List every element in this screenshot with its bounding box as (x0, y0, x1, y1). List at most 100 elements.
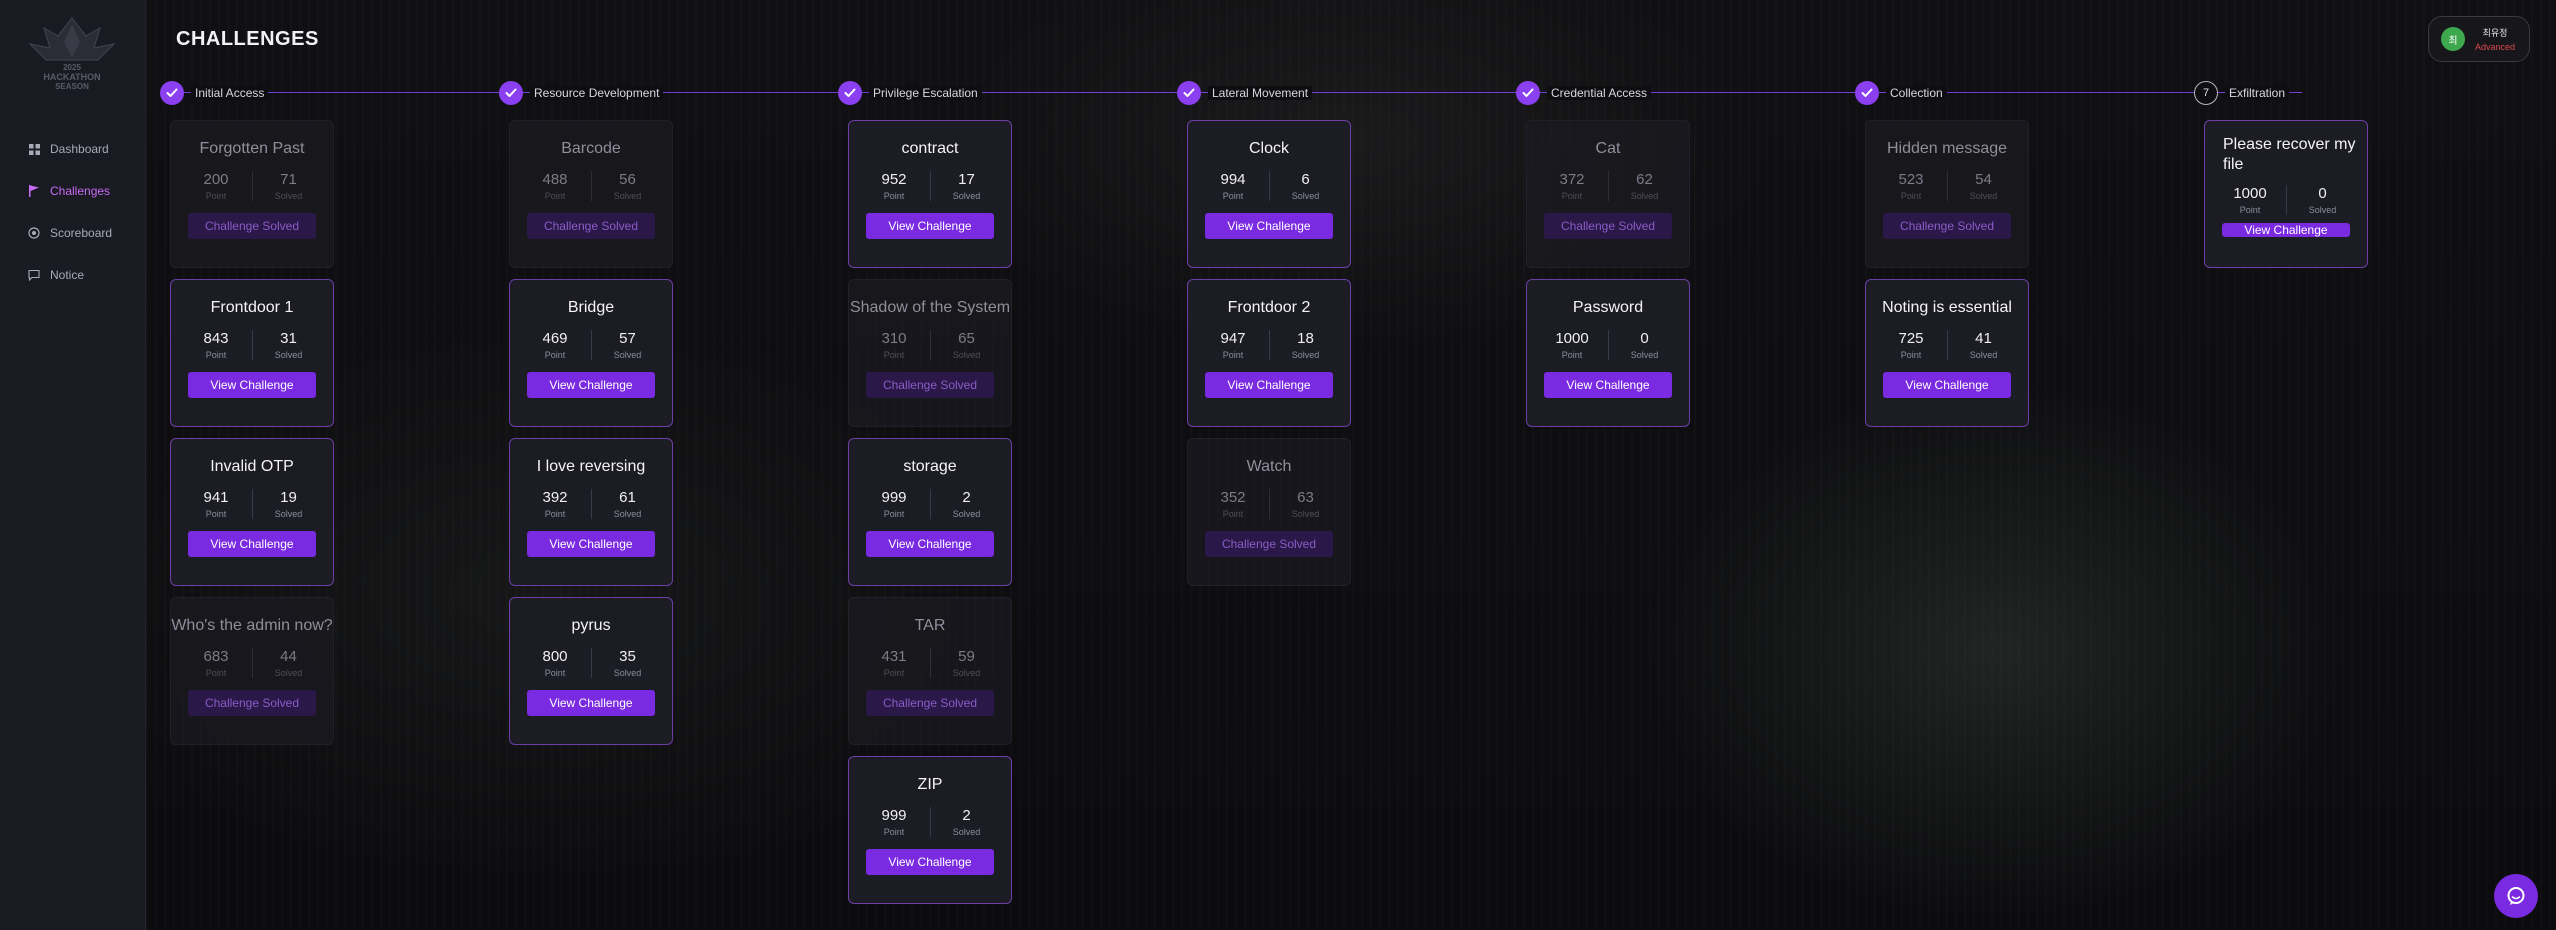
challenge-card[interactable]: I love reversing 392 Point 61 Solved View Cha… (509, 438, 673, 586)
challenge-card[interactable]: Password 1000 Point 0 Solved View Challenge (1526, 279, 1690, 427)
challenge-card[interactable]: Who's the admin now? 683 Point 44 Solved Chal… (170, 597, 334, 745)
solve-count-label: Solved (1969, 191, 1998, 201)
challenge-title: pyrus (571, 617, 611, 634)
solve-count-label: Solved (952, 827, 981, 837)
chat-button[interactable] (2494, 874, 2538, 918)
points-value: 372 (1559, 171, 1585, 188)
solve-count-label: Solved (274, 191, 303, 201)
points-value: 725 (1898, 330, 1924, 347)
challenge-title: Please recover my file (2223, 136, 2356, 173)
hackathon-logo[interactable]: 2025 HACKATHON SEASON (24, 14, 120, 92)
solve-count-label: Solved (1630, 191, 1659, 201)
challenge-stats: 372 Point 62 Solved (1527, 171, 1689, 201)
challenge-card[interactable]: Invalid OTP 941 Point 19 Solved View Challeng… (170, 438, 334, 586)
challenge-card[interactable]: Please recover my file 1000 Point 0 Solved Vi… (2204, 120, 2368, 268)
challenge-title: TAR (914, 617, 946, 634)
challenge-stats: 800 Point 35 Solved (510, 648, 672, 678)
challenge-card[interactable]: Shadow of the System 310 Point 65 Solved Chal… (848, 279, 1012, 427)
stage-label: Resource Development (530, 86, 664, 100)
challenge-card[interactable]: Frontdoor 2 947 Point 18 Solved View Challeng… (1187, 279, 1351, 427)
view-challenge-button[interactable]: View Challenge (2222, 223, 2350, 237)
challenge-title: Barcode (561, 140, 621, 157)
stage-5[interactable]: Collection (1855, 81, 1955, 105)
challenge-card[interactable]: ZIP 999 Point 2 Solved View Challenge (848, 756, 1012, 904)
stage-6[interactable]: 7 Exfiltration (2194, 81, 2297, 105)
points-label: Point (1222, 191, 1244, 201)
view-challenge-button[interactable]: View Challenge (866, 213, 994, 239)
points-label: Point (1222, 350, 1244, 360)
solve-count-label: Solved (1630, 350, 1659, 360)
solve-count-label: Solved (613, 350, 642, 360)
points-value: 1000 (1555, 330, 1589, 347)
check-icon (838, 81, 862, 105)
view-challenge-button[interactable]: View Challenge (1544, 372, 1672, 398)
sidebar-item-label: Challenges (50, 184, 111, 198)
sidebar-item-notice[interactable]: Notice (0, 254, 146, 296)
points-value: 999 (881, 489, 907, 506)
challenge-card[interactable]: Cat 372 Point 62 Solved Challenge Solved (1526, 120, 1690, 268)
challenge-card[interactable]: contract 952 Point 17 Solved View Challenge (848, 120, 1012, 268)
challenge-title: I love reversing (536, 458, 646, 475)
stage-0[interactable]: Initial Access (160, 81, 276, 105)
view-challenge-button[interactable]: View Challenge (527, 690, 655, 716)
view-challenge-button[interactable]: View Challenge (188, 372, 316, 398)
view-challenge-button[interactable]: View Challenge (1205, 372, 1333, 398)
challenge-title: Watch (1246, 458, 1292, 475)
challenge-card[interactable]: Hidden message 523 Point 54 Solved Challenge … (1865, 120, 2029, 268)
user-level: Advanced (2475, 42, 2516, 52)
challenge-card[interactable]: Watch 352 Point 63 Solved Challenge Solved (1187, 438, 1351, 586)
solve-count-value: 41 (1975, 330, 1992, 347)
sidebar-item-scoreboard[interactable]: Scoreboard (0, 212, 146, 254)
check-icon (1516, 81, 1540, 105)
view-challenge-button[interactable]: View Challenge (527, 531, 655, 557)
solve-count-label: Solved (952, 668, 981, 678)
stage-number: 7 (2194, 81, 2218, 105)
solve-count-label: Solved (1291, 350, 1320, 360)
challenge-card[interactable]: Clock 994 Point 6 Solved View Challenge (1187, 120, 1351, 268)
points-value: 392 (542, 489, 568, 506)
points-value: 683 (203, 648, 229, 665)
solve-count-label: Solved (613, 191, 642, 201)
stage-4[interactable]: Credential Access (1516, 81, 1659, 105)
view-challenge-button[interactable]: View Challenge (1883, 372, 2011, 398)
grid-icon (28, 143, 40, 155)
user-menu[interactable]: 최 최유정 Advanced (2428, 16, 2530, 62)
challenge-solved-badge: Challenge Solved (188, 690, 316, 716)
sidebar-item-challenges[interactable]: Challenges (0, 170, 146, 212)
points-label: Point (205, 191, 227, 201)
challenge-card[interactable]: TAR 431 Point 59 Solved Challenge Solved (848, 597, 1012, 745)
view-challenge-button[interactable]: View Challenge (188, 531, 316, 557)
solve-count-label: Solved (1291, 509, 1320, 519)
view-challenge-button[interactable]: View Challenge (866, 531, 994, 557)
challenge-title: contract (901, 140, 959, 157)
challenge-stats: 392 Point 61 Solved (510, 489, 672, 519)
challenge-card[interactable]: Bridge 469 Point 57 Solved View Challenge (509, 279, 673, 427)
check-icon (499, 81, 523, 105)
sidebar-item-label: Scoreboard (50, 226, 113, 240)
points-label: Point (1900, 191, 1922, 201)
sidebar-item-dashboard[interactable]: Dashboard (0, 128, 146, 170)
challenge-card[interactable]: Frontdoor 1 843 Point 31 Solved View Challeng… (170, 279, 334, 427)
solve-count-value: 57 (619, 330, 636, 347)
stage-1[interactable]: Resource Development (499, 81, 671, 105)
challenge-solved-badge: Challenge Solved (188, 213, 316, 239)
points-value: 310 (881, 330, 907, 347)
sidebar-nav: Dashboard Challenges Scoreboard Notice (0, 128, 146, 296)
challenge-card[interactable]: pyrus 800 Point 35 Solved View Challenge (509, 597, 673, 745)
stage-3[interactable]: Lateral Movement (1177, 81, 1320, 105)
challenge-stats: 994 Point 6 Solved (1188, 171, 1350, 201)
stage-2[interactable]: Privilege Escalation (838, 81, 990, 105)
challenge-card[interactable]: Barcode 488 Point 56 Solved Challenge Solved (509, 120, 673, 268)
view-challenge-button[interactable]: View Challenge (527, 372, 655, 398)
points-value: 843 (203, 330, 229, 347)
challenge-card[interactable]: storage 999 Point 2 Solved View Challenge (848, 438, 1012, 586)
challenge-stats: 352 Point 63 Solved (1188, 489, 1350, 519)
view-challenge-button[interactable]: View Challenge (1205, 213, 1333, 239)
view-challenge-button[interactable]: View Challenge (866, 849, 994, 875)
page-title: CHALLENGES (176, 28, 319, 50)
challenge-card[interactable]: Forgotten Past 200 Point 71 Solved Challenge … (170, 120, 334, 268)
points-value: 431 (881, 648, 907, 665)
challenge-card[interactable]: Noting is essential 725 Point 41 Solved View … (1865, 279, 2029, 427)
user-name: 최유정 (2482, 28, 2508, 38)
sidebar-item-label: Dashboard (50, 142, 109, 156)
